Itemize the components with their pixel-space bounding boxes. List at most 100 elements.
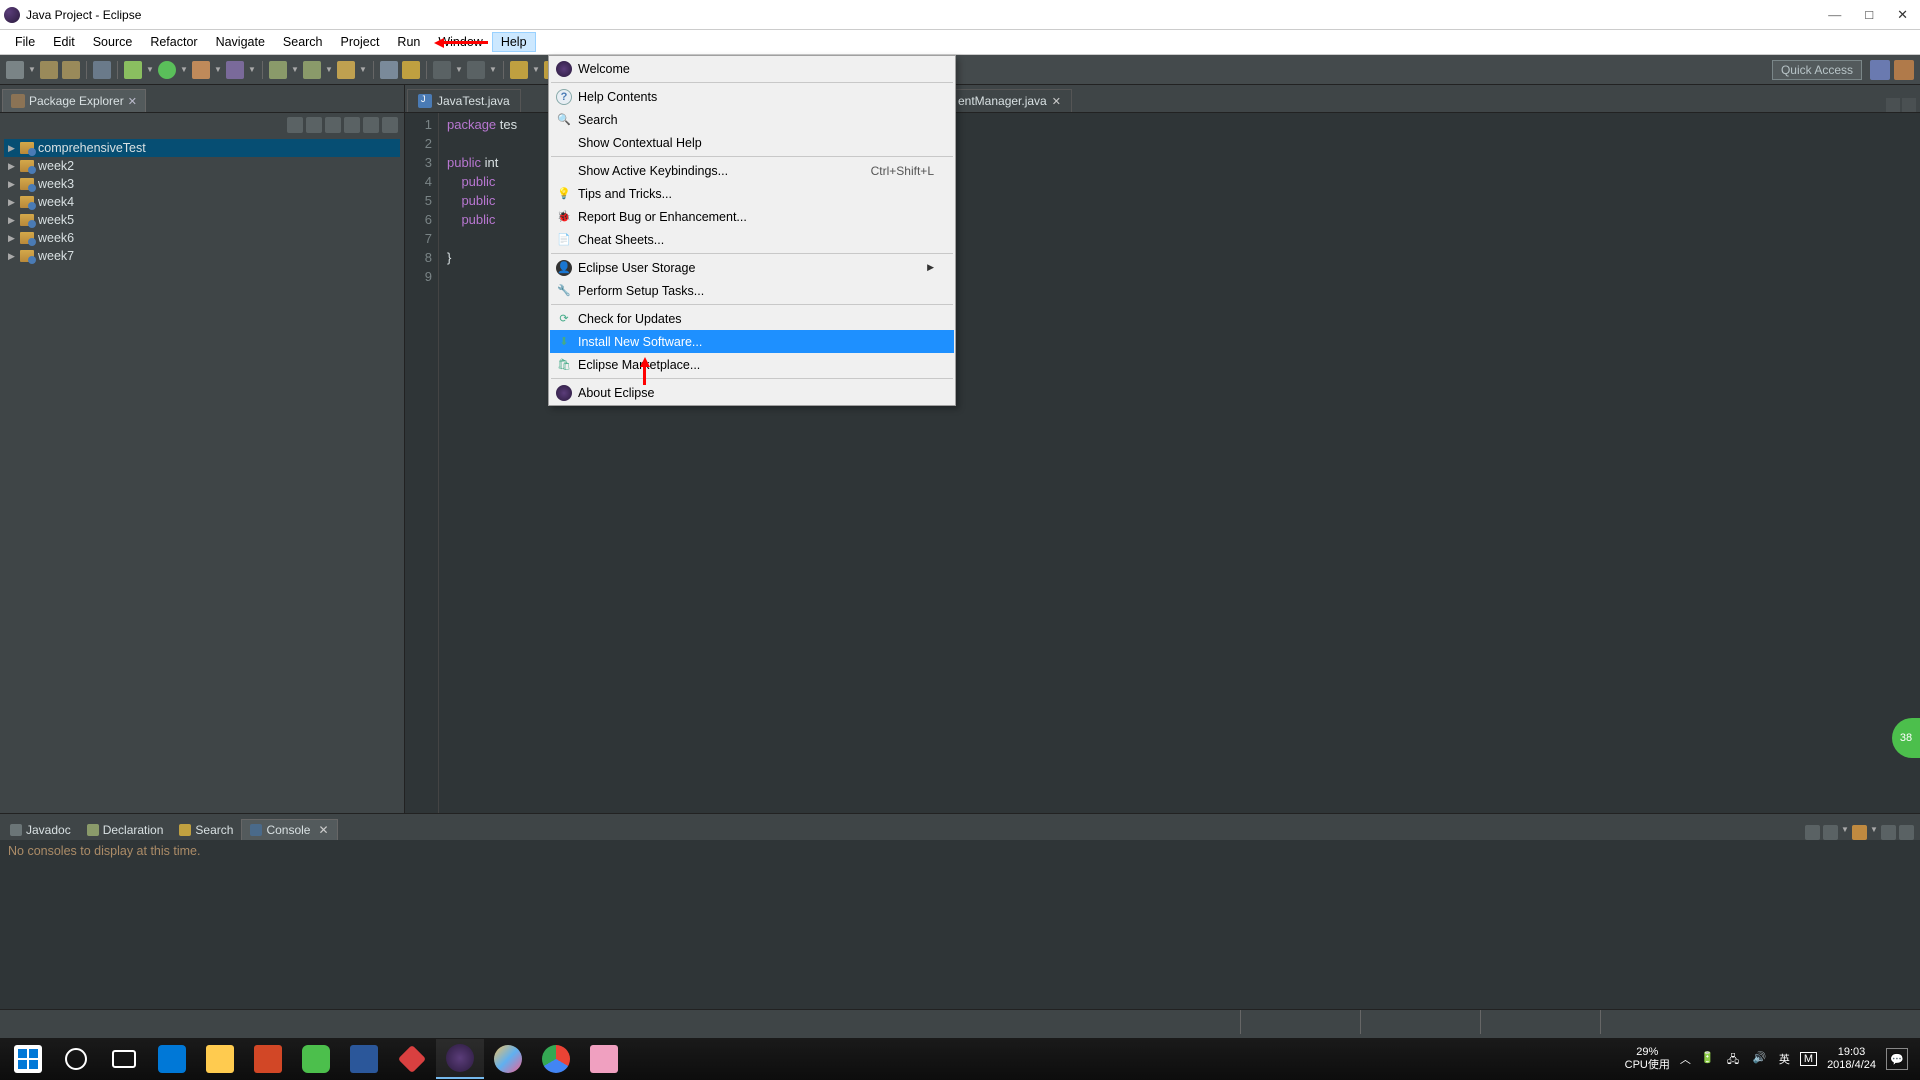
menu-refactor[interactable]: Refactor xyxy=(141,32,206,52)
tree-item-week5[interactable]: ▶week5 xyxy=(4,211,400,229)
install-icon: ⬇ xyxy=(556,334,572,350)
perspective-debug[interactable] xyxy=(1894,60,1914,80)
perspective-java[interactable] xyxy=(1870,60,1890,80)
open-type-button[interactable] xyxy=(337,61,355,79)
menu-search[interactable]: Search xyxy=(274,32,332,52)
tree-item-week3[interactable]: ▶week3 xyxy=(4,175,400,193)
link-editor-button[interactable] xyxy=(306,117,322,133)
close-icon[interactable]: ✕ xyxy=(1052,95,1061,108)
back-button[interactable] xyxy=(510,61,528,79)
menu-tips[interactable]: 💡Tips and Tricks... xyxy=(550,182,954,205)
menu-check-updates[interactable]: ⟳Check for Updates xyxy=(550,307,954,330)
new-button[interactable] xyxy=(6,61,24,79)
taskbar-eclipse[interactable] xyxy=(436,1039,484,1079)
menu-report-bug[interactable]: 🐞Report Bug or Enhancement... xyxy=(550,205,954,228)
menu-user-storage[interactable]: 👤Eclipse User Storage▶ xyxy=(550,256,954,279)
notifications-button[interactable]: 💬 xyxy=(1886,1048,1908,1070)
run-button[interactable] xyxy=(158,61,176,79)
menu-help-search[interactable]: 🔍Search xyxy=(550,108,954,131)
menu-setup-tasks[interactable]: 🔧Perform Setup Tasks... xyxy=(550,279,954,302)
taskbar-app-green[interactable] xyxy=(292,1039,340,1079)
editor-tab-entmanager[interactable]: entManager.java ✕ xyxy=(947,89,1072,112)
menu-source[interactable]: Source xyxy=(84,32,142,52)
menu-welcome[interactable]: Welcome xyxy=(550,57,954,80)
wrench-icon: 🔧 xyxy=(556,283,572,299)
ext-tools-button[interactable] xyxy=(226,61,244,79)
editor-tab-javatest[interactable]: JavaTest.java xyxy=(407,89,521,112)
package-explorer-tab[interactable]: Package Explorer ✕ xyxy=(2,89,146,112)
taskview-button[interactable] xyxy=(100,1039,148,1079)
tree-item-week6[interactable]: ▶week6 xyxy=(4,229,400,247)
minimize-view-button[interactable] xyxy=(363,117,379,133)
new-class-button[interactable] xyxy=(303,61,321,79)
toggle-mark-button[interactable] xyxy=(433,61,451,79)
taskbar-paint[interactable] xyxy=(484,1039,532,1079)
menu-keybindings[interactable]: Show Active Keybindings...Ctrl+Shift+L xyxy=(550,159,954,182)
taskbar-word[interactable] xyxy=(340,1039,388,1079)
menu-file[interactable]: File xyxy=(6,32,44,52)
clock[interactable]: 19:032018/4/24 xyxy=(1827,1046,1876,1072)
next-annotation-button[interactable] xyxy=(467,61,485,79)
menu-install-software[interactable]: ⬇Install New Software... xyxy=(550,330,954,353)
tree-item-week2[interactable]: ▶week2 xyxy=(4,157,400,175)
tray-chevron-icon[interactable]: ︿ xyxy=(1680,1051,1691,1067)
menu-cheat-sheets[interactable]: 📄Cheat Sheets... xyxy=(550,228,954,251)
volume-icon[interactable]: 🔊 xyxy=(1753,1051,1769,1067)
open-task-button[interactable] xyxy=(380,61,398,79)
tab-declaration[interactable]: Declaration xyxy=(79,820,172,840)
view-menu-button[interactable] xyxy=(344,117,360,133)
maximize-editor-button[interactable] xyxy=(1902,98,1916,112)
cpu-meter[interactable]: 29%CPU使用 xyxy=(1625,1046,1670,1072)
menu-help[interactable]: Help xyxy=(492,32,536,52)
tree-item-week4[interactable]: ▶week4 xyxy=(4,193,400,211)
taskbar-snip[interactable] xyxy=(580,1039,628,1079)
menu-run[interactable]: Run xyxy=(388,32,429,52)
minimize-button[interactable]: — xyxy=(1828,7,1841,23)
maximize-view-button[interactable] xyxy=(382,117,398,133)
taskbar-chrome[interactable] xyxy=(532,1039,580,1079)
debug-button[interactable] xyxy=(124,61,142,79)
tab-javadoc[interactable]: Javadoc xyxy=(2,820,79,840)
maximize-button[interactable]: □ xyxy=(1865,7,1873,23)
network-icon[interactable]: 🖧 xyxy=(1727,1051,1743,1067)
menu-contextual-help[interactable]: Show Contextual Help xyxy=(550,131,954,154)
ime-lang[interactable]: 英 xyxy=(1779,1051,1790,1067)
focus-task-button[interactable] xyxy=(325,117,341,133)
close-icon[interactable]: ✕ xyxy=(318,823,328,837)
save-all-button[interactable] xyxy=(62,61,80,79)
taskbar-powerpoint[interactable] xyxy=(244,1039,292,1079)
start-button[interactable] xyxy=(4,1039,52,1079)
cortana-button[interactable] xyxy=(52,1039,100,1079)
taskbar-edge[interactable] xyxy=(148,1039,196,1079)
coverage-button[interactable] xyxy=(192,61,210,79)
pin-console-button[interactable] xyxy=(1805,825,1820,840)
quick-access-field[interactable]: Quick Access xyxy=(1772,60,1862,80)
menu-project[interactable]: Project xyxy=(332,32,389,52)
menu-help-contents[interactable]: ?Help Contents xyxy=(550,85,954,108)
toolbar-btn[interactable] xyxy=(93,61,111,79)
menu-about[interactable]: About Eclipse xyxy=(550,381,954,404)
menu-marketplace[interactable]: 🛍Eclipse Marketplace... xyxy=(550,353,954,376)
close-icon[interactable]: ✕ xyxy=(128,95,137,108)
tab-search[interactable]: Search xyxy=(171,820,241,840)
taskbar-explorer[interactable] xyxy=(196,1039,244,1079)
menu-navigate[interactable]: Navigate xyxy=(207,32,274,52)
maximize-panel-button[interactable] xyxy=(1899,825,1914,840)
battery-icon[interactable]: 🔋 xyxy=(1701,1051,1717,1067)
minimize-panel-button[interactable] xyxy=(1881,825,1896,840)
menu-edit[interactable]: Edit xyxy=(44,32,84,52)
ime-mode[interactable]: M xyxy=(1800,1052,1817,1066)
close-button[interactable]: ✕ xyxy=(1897,7,1908,23)
taskbar-app-red[interactable] xyxy=(388,1039,436,1079)
tab-console[interactable]: Console✕ xyxy=(241,819,337,840)
new-package-button[interactable] xyxy=(269,61,287,79)
tree-item-week7[interactable]: ▶week7 xyxy=(4,247,400,265)
collapse-all-button[interactable] xyxy=(287,117,303,133)
display-console-button[interactable] xyxy=(1823,825,1838,840)
open-console-button[interactable] xyxy=(1852,825,1867,840)
minimize-editor-button[interactable] xyxy=(1886,98,1900,112)
window-titlebar: Java Project - Eclipse — □ ✕ xyxy=(0,0,1920,30)
search-button[interactable] xyxy=(402,61,420,79)
save-button[interactable] xyxy=(40,61,58,79)
tree-item-comprehensivetest[interactable]: ▶comprehensiveTest xyxy=(4,139,400,157)
